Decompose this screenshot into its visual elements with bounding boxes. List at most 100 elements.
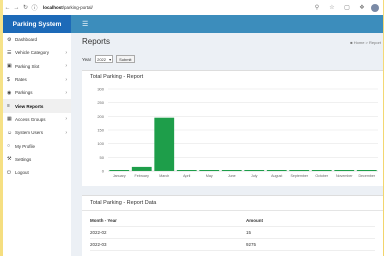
sidebar-item-label: Settings (15, 156, 32, 162)
sidebar-item-label: Access Groups (15, 116, 46, 122)
sidebar-item-logout[interactable]: ⏻ Logout (3, 166, 71, 179)
sidebar-item-parkings[interactable]: ◉ Parkings › (3, 86, 71, 99)
x-tick-label: April (183, 174, 190, 178)
sidebar-item-label: Dashboard (15, 37, 38, 43)
x-tick-label: May (206, 174, 213, 178)
sidebar-item-label: View Reports (15, 103, 44, 109)
y-tick-label: 250 (97, 100, 104, 105)
year-value: 2022 (97, 56, 106, 62)
x-tick-label: July (251, 174, 258, 178)
x-tick-label: June (228, 174, 236, 178)
sidebar-item-my-profile[interactable]: ○ My Profile (3, 139, 71, 152)
chart-bar (266, 170, 287, 171)
sidebar-item-icon: ▣ (7, 63, 12, 70)
x-tick-label: December (358, 174, 375, 178)
sidebar-item-parking-slot[interactable]: ▣ Parking Slot › (3, 60, 71, 73)
key-icon[interactable]: ⚲ (311, 4, 323, 11)
table-header-row: Month - Year Amount (90, 215, 375, 227)
sidebar-item-rates[interactable]: $ Rates › (3, 73, 71, 86)
sidebar-item-label: Rates (15, 77, 27, 83)
column-header: Amount (246, 218, 263, 223)
table-title: Total Parking - Report Data (90, 200, 157, 206)
sidebar-item-vehicle-category[interactable]: ☰ Vehicle Category › (3, 46, 71, 59)
sidebar-item-label: Logout (15, 170, 29, 176)
year-label: Year (82, 56, 92, 62)
chart-bar (356, 170, 377, 171)
table-cell: 9275 (246, 242, 257, 247)
table-cell: 2022-02 (90, 230, 107, 235)
table-row: 2022-03 9275 (90, 239, 375, 251)
sidebar-item-label: Vehicle Category (15, 50, 50, 56)
sidebar-item-icon: ▦ (7, 116, 12, 123)
sidebar-item-icon: ◉ (7, 89, 12, 96)
x-tick-label: January (113, 174, 126, 178)
sidebar-item-system-users[interactable]: ☺ System Users › (3, 126, 71, 139)
app-window: ← → ↻ ⓘ localhost/parking-portal/ ⚲ ☆ ▢ … (3, 0, 383, 256)
back-icon[interactable]: ← (3, 5, 12, 11)
extensions-icon[interactable]: ❖ (356, 4, 368, 11)
star-icon[interactable]: ☆ (326, 4, 338, 11)
x-tick-label: October (315, 174, 329, 178)
chart-bar (131, 166, 152, 171)
sidebar-item-view-reports[interactable]: ≡ View Reports (3, 99, 71, 113)
year-filter: Year 2022 ▾ Submit (82, 55, 135, 63)
sidebar-item-label: System Users (15, 130, 44, 136)
chevron-right-icon: › (65, 129, 67, 136)
sidebar-item-icon: ⚙ (7, 36, 12, 43)
chart-bar (199, 170, 220, 171)
x-tick-label: March (159, 174, 169, 178)
sidebar-item-icon: ⚒ (7, 156, 12, 163)
chart-bar (176, 170, 197, 171)
page-title: Reports (82, 37, 111, 46)
app-brand: Parking System (3, 15, 71, 33)
y-tick-label: 300 (97, 87, 104, 92)
chart-bar (109, 170, 130, 171)
divider (82, 210, 383, 211)
sidebar-item-label: Parkings (15, 90, 33, 96)
chart-panel: 0 50 100 150 200 250 300 January February March Ap… (82, 70, 383, 186)
chevron-right-icon: › (65, 76, 67, 83)
sidebar: Parking System ⚙ Dashboard ☰ Vehicle Catego… (3, 15, 71, 256)
reload-icon[interactable]: ↻ (21, 4, 30, 11)
bar-chart: 0 50 100 150 200 250 300 January February March Ap… (97, 87, 378, 178)
info-icon[interactable]: ⓘ (30, 3, 39, 12)
top-navbar: ☰ (71, 15, 383, 33)
y-tick-label: 100 (97, 141, 104, 146)
sidebar-item-icon: ○ (7, 143, 11, 150)
table-panel: Total Parking - Report Data Month - Year… (82, 195, 383, 256)
sidebar-item-icon: $ (7, 76, 10, 83)
browser-toolbar: ← → ↻ ⓘ localhost/parking-portal/ ⚲ ☆ ▢ … (3, 0, 383, 16)
y-tick-label: 50 (100, 155, 105, 160)
chevron-right-icon: › (65, 49, 67, 56)
sidebar-item-label: My Profile (15, 143, 36, 149)
x-tick-label: February (135, 174, 150, 178)
breadcrumb-text[interactable]: Home > Report (354, 40, 381, 45)
sidebar-item-icon: ☰ (7, 49, 12, 56)
forward-icon[interactable]: → (12, 5, 21, 11)
sidebar-item-settings[interactable]: ⚒ Settings (3, 153, 71, 166)
sidebar-item-dashboard[interactable]: ⚙ Dashboard (3, 33, 71, 46)
chevron-right-icon: › (65, 89, 67, 96)
breadcrumb: ■ Home > Report (350, 40, 381, 45)
sidebar-item-icon: ☺ (7, 129, 13, 136)
menu-toggle-icon[interactable]: ☰ (82, 20, 88, 28)
x-tick-label: September (290, 174, 308, 178)
chart-bar (289, 170, 310, 171)
year-select[interactable]: 2022 ▾ (95, 55, 114, 63)
chevron-right-icon: › (65, 116, 67, 123)
y-tick-label: 0 (102, 169, 105, 174)
chart-bar (154, 117, 175, 171)
x-tick-label: August (271, 174, 282, 178)
table-row: 2022-02 15 (90, 227, 375, 239)
table-cell: 15 (246, 230, 252, 235)
address-bar[interactable]: localhost/parking-portal/ (43, 5, 311, 10)
profile-avatar[interactable] (371, 3, 379, 12)
sidebar-item-icon: ≡ (7, 103, 10, 110)
sidebar-item-access-groups[interactable]: ▦ Access Groups › (3, 113, 71, 126)
tab-search-icon[interactable]: ▢ (341, 4, 353, 11)
chevron-down-icon: ▾ (109, 56, 112, 62)
chart-bar (221, 170, 242, 171)
x-tick-label: November (336, 174, 353, 178)
submit-button[interactable]: Submit (116, 55, 135, 63)
y-tick-label: 200 (97, 114, 104, 119)
